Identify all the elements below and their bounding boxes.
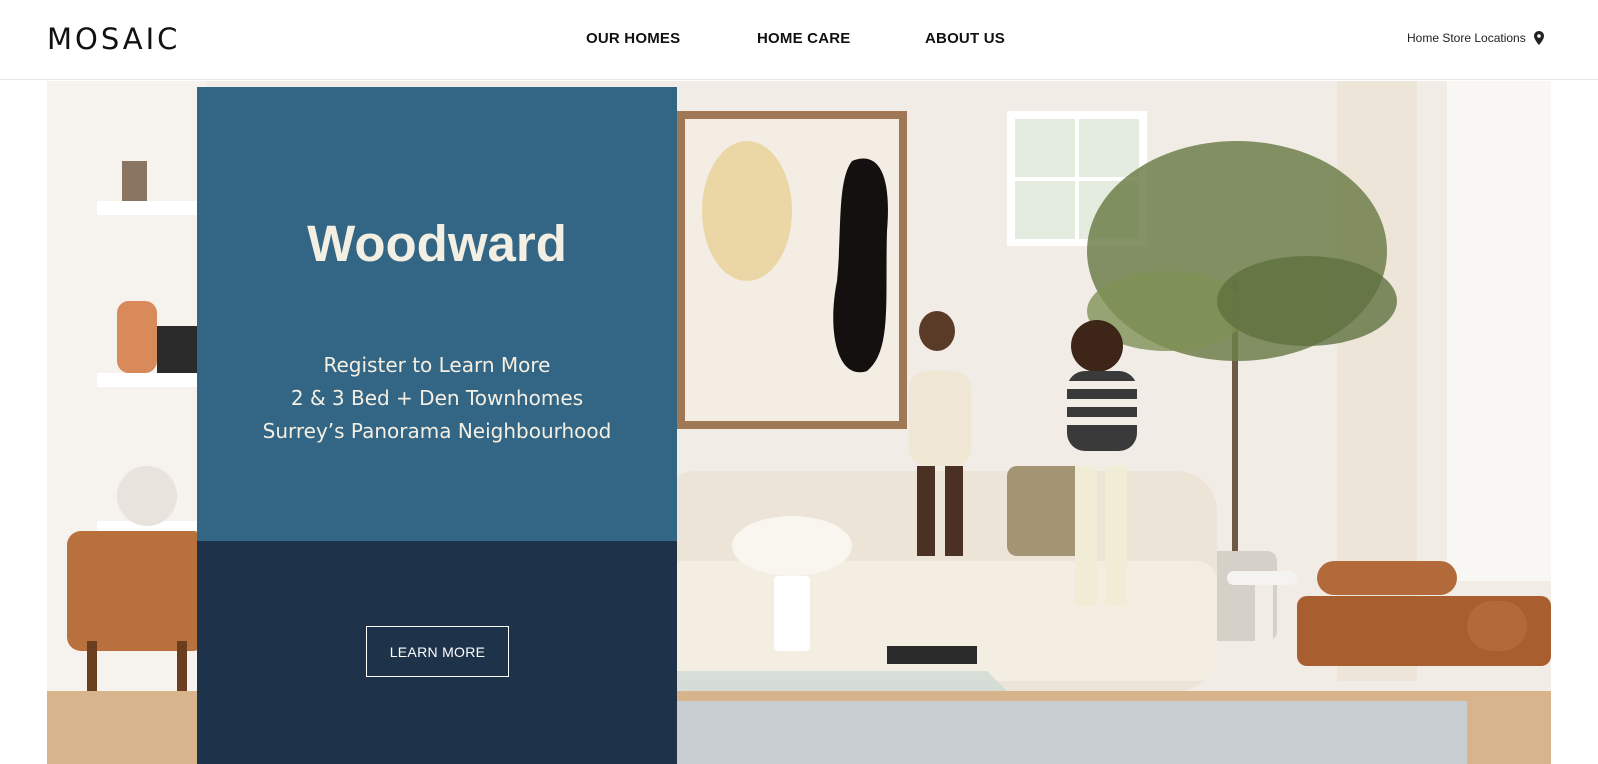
site-header: MOSAIC OUR HOMES HOME CARE ABOUT US Home… (0, 0, 1598, 80)
nav-home-care[interactable]: HOME CARE (757, 30, 850, 47)
main-nav: OUR HOMES HOME CARE ABOUT US (0, 30, 1598, 50)
promo-line-register: Register to Learn More (323, 353, 551, 377)
home-store-locations-label: Home Store Locations (1407, 31, 1526, 45)
promo-line-neighbourhood: Surrey’s Panorama Neighbourhood (262, 419, 612, 443)
nav-our-homes[interactable]: OUR HOMES (586, 30, 680, 47)
learn-more-button[interactable]: LEARN MORE (366, 626, 509, 677)
promo-line-homes: 2 & 3 Bed + Den Townhomes (290, 386, 584, 410)
promo-details: Register to Learn More 2 & 3 Bed + Den T… (197, 349, 677, 448)
promo-panel-top: Woodward Register to Learn More 2 & 3 Be… (197, 87, 677, 541)
home-store-locations-link[interactable]: Home Store Locations (1407, 31, 1544, 45)
map-pin-icon (1533, 31, 1544, 45)
nav-about-us[interactable]: ABOUT US (925, 30, 1005, 47)
community-title: Woodward (307, 215, 567, 273)
promo-panel: Woodward Register to Learn More 2 & 3 Be… (197, 87, 677, 764)
